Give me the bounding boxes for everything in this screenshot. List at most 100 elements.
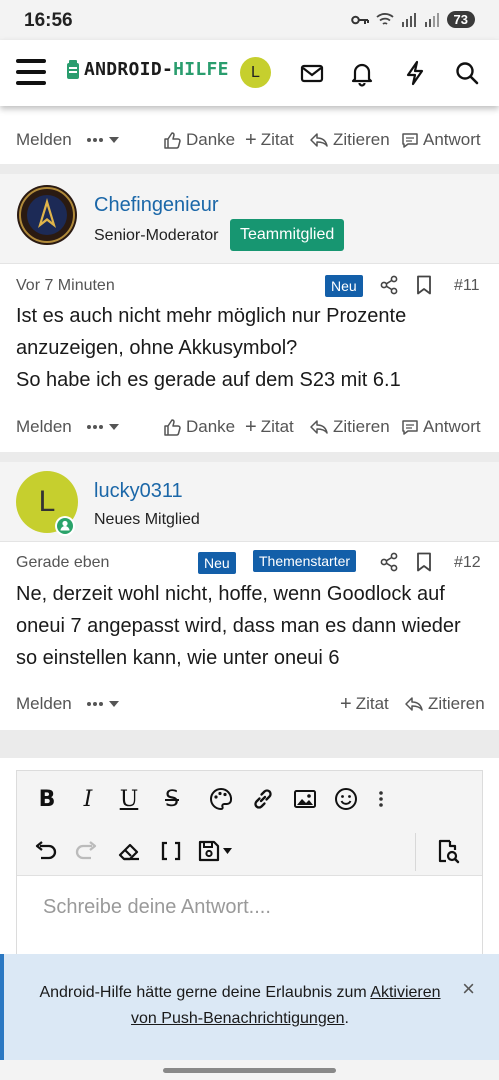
- quote-button[interactable]: Zitieren: [309, 417, 390, 437]
- quote-label: Zitieren: [333, 417, 390, 436]
- mail-icon[interactable]: [298, 59, 326, 87]
- quote-add-label: Zitat: [260, 130, 294, 149]
- battery-indicator: 73: [446, 11, 475, 28]
- report-button[interactable]: Melden: [16, 130, 72, 150]
- reply-editor: B I U S Schreibe deine Antwort....: [16, 770, 483, 971]
- post-11-number[interactable]: #11: [454, 277, 480, 295]
- reply-placeholder: Schreibe deine Antwort....: [43, 896, 271, 918]
- quote-label: Zitieren: [333, 130, 390, 149]
- post-12-number[interactable]: #12: [454, 554, 481, 572]
- underline-button[interactable]: U: [115, 785, 143, 813]
- post-12-new-badge: Neu: [198, 552, 236, 574]
- post-12-user-header: L lucky0311 Neues Mitglied: [0, 462, 499, 542]
- site-header: ANDROID-HILFE L: [0, 40, 499, 106]
- more-menu-button[interactable]: [86, 423, 120, 431]
- post-11-actions: Melden Danke + Zitat Zitieren Antwort: [0, 407, 499, 447]
- reply-label: Antwort: [423, 417, 481, 436]
- brackets-icon[interactable]: [157, 837, 185, 865]
- more-vertical-icon[interactable]: [367, 785, 395, 813]
- palette-icon[interactable]: [207, 785, 235, 813]
- online-indicator-icon: [55, 516, 75, 536]
- post-12-body: Gerade eben Neu Themenstarter #12 Ne, de…: [0, 542, 499, 730]
- redo-icon[interactable]: [73, 837, 101, 865]
- quote-button[interactable]: Zitieren: [404, 694, 485, 714]
- starfleet-avatar[interactable]: [16, 184, 78, 246]
- quote-add-button[interactable]: + Zitat: [245, 129, 294, 152]
- more-dots-icon: [87, 138, 103, 142]
- bolt-icon[interactable]: [401, 59, 429, 87]
- signal-icon: [401, 13, 416, 27]
- plus-icon: +: [245, 128, 257, 151]
- italic-button[interactable]: I: [74, 785, 102, 813]
- caret-down-icon: [109, 137, 119, 143]
- more-menu-button[interactable]: [86, 136, 120, 144]
- reply-button[interactable]: Antwort: [401, 130, 481, 150]
- strikethrough-button[interactable]: S: [158, 785, 186, 813]
- post-11-new-badge: Neu: [325, 275, 363, 297]
- report-button[interactable]: Melden: [16, 417, 72, 437]
- post-12-time[interactable]: Gerade eben: [16, 554, 109, 572]
- comment-icon: [402, 419, 418, 435]
- post-12-username[interactable]: lucky0311: [94, 480, 183, 503]
- thanks-label: Danke: [186, 130, 236, 149]
- share-icon[interactable]: [379, 275, 399, 295]
- site-logo[interactable]: ANDROID-HILFE: [66, 59, 229, 80]
- post-11-time[interactable]: Vor 7 Minuten: [16, 277, 115, 295]
- eraser-icon[interactable]: [115, 837, 143, 865]
- menu-icon[interactable]: [16, 59, 46, 85]
- bookmark-icon[interactable]: [416, 552, 432, 572]
- user-avatar[interactable]: L: [240, 57, 271, 88]
- quote-add-button[interactable]: + Zitat: [245, 416, 294, 439]
- preview-icon[interactable]: [434, 837, 462, 865]
- thumbs-up-icon: [164, 418, 181, 436]
- post-11-username[interactable]: Chefingenieur: [94, 194, 219, 217]
- quote-add-button[interactable]: + Zitat: [340, 693, 389, 716]
- report-button[interactable]: Melden: [16, 694, 72, 714]
- bell-icon[interactable]: [348, 59, 376, 87]
- status-time: 16:56: [24, 10, 73, 31]
- quote-button[interactable]: Zitieren: [309, 130, 390, 150]
- more-menu-button[interactable]: [86, 700, 120, 708]
- comment-icon: [402, 132, 418, 148]
- post-11-user-header: Chefingenieur Senior-Moderator Teammitgl…: [0, 174, 499, 264]
- quote-label: Zitieren: [428, 694, 485, 713]
- emoji-icon[interactable]: [332, 785, 360, 813]
- bookmark-icon[interactable]: [416, 275, 432, 295]
- share-icon[interactable]: [379, 552, 399, 572]
- status-bar: 16:56 73: [0, 0, 499, 40]
- more-dots-icon: [87, 702, 103, 706]
- post-11-user-title: Senior-Moderator: [94, 227, 219, 244]
- team-member-badge: Teammitglied: [230, 219, 345, 251]
- bold-button[interactable]: B: [33, 785, 61, 813]
- save-dropdown-caret-icon[interactable]: [222, 847, 233, 855]
- notice-text: Android-Hilfe hätte gerne deine Erlaubni…: [39, 984, 441, 1027]
- search-icon[interactable]: [453, 59, 481, 87]
- reply-arrow-icon: [310, 133, 328, 147]
- caret-down-icon: [109, 701, 119, 707]
- quote-add-label: Zitat: [260, 417, 294, 436]
- post-actions: Melden Danke + Zitat Zitieren Antwort: [0, 120, 499, 160]
- reply-arrow-icon: [310, 420, 328, 434]
- undo-icon[interactable]: [31, 837, 59, 865]
- plus-icon: +: [245, 415, 257, 438]
- post-12-user-title: Neues Mitglied: [94, 511, 200, 528]
- image-icon[interactable]: [291, 785, 319, 813]
- post-11-body: Vor 7 Minuten Neu #11 Ist es auch nicht …: [0, 264, 499, 452]
- post-12-content: Ne, derzeit wohl nicht, hoffe, wenn Good…: [16, 583, 461, 669]
- save-draft-icon[interactable]: [195, 837, 223, 865]
- vpn-key-icon: [350, 15, 369, 24]
- thread-starter-badge: Themenstarter: [253, 550, 357, 572]
- home-gesture-handle[interactable]: [163, 1068, 336, 1073]
- quote-add-label: Zitat: [355, 694, 389, 713]
- caret-down-icon: [109, 424, 119, 430]
- link-icon[interactable]: [249, 785, 277, 813]
- thanks-label: Danke: [186, 417, 236, 436]
- signal-2-icon: [424, 13, 439, 27]
- plus-icon: +: [340, 692, 352, 715]
- close-icon[interactable]: ×: [462, 976, 475, 1002]
- thanks-button[interactable]: Danke: [163, 130, 235, 150]
- reply-label: Antwort: [423, 130, 481, 149]
- previous-post-footer: Melden Danke + Zitat Zitieren Antwort: [0, 106, 499, 164]
- reply-button[interactable]: Antwort: [401, 417, 481, 437]
- thanks-button[interactable]: Danke: [163, 417, 235, 437]
